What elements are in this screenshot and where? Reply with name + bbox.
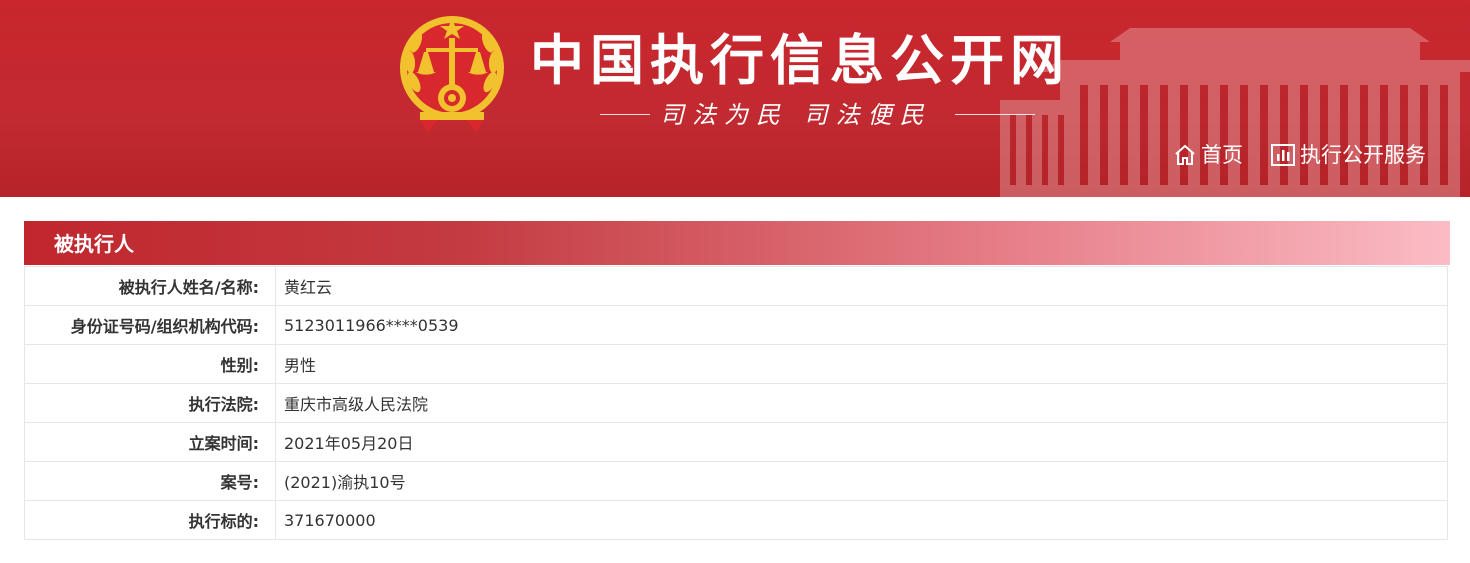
row-value-case-number: (2021)渝执10号 [275, 461, 1448, 501]
row-label-execution-amount: 执行标的: [24, 500, 276, 540]
table-row: 被执行人姓名/名称: 黄红云 [24, 266, 1448, 306]
row-value-court: 重庆市高级人民法院 [275, 383, 1448, 423]
nav-execution-service-link[interactable]: 执行公开服务 [1270, 140, 1426, 170]
row-value-gender: 男性 [275, 344, 1448, 384]
debtor-info-table: 被执行人姓名/名称: 黄红云 身份证号码/组织机构代码: 5123011966*… [24, 266, 1448, 540]
table-row: 案号: (2021)渝执10号 [24, 461, 1448, 501]
row-value-name: 黄红云 [275, 266, 1448, 306]
slogan-text: 司法为民 司法便民 [660, 101, 932, 129]
table-row: 身份证号码/组织机构代码: 5123011966****0539 [24, 305, 1448, 345]
row-label-filing-date: 立案时间: [24, 422, 276, 462]
table-row: 执行法院: 重庆市高级人民法院 [24, 383, 1448, 423]
bar-chart-icon [1271, 144, 1295, 166]
nav-home-label: 首页 [1201, 143, 1243, 167]
table-row: 执行标的: 371670000 [24, 500, 1448, 540]
row-label-id-number: 身份证号码/组织机构代码: [24, 305, 276, 345]
row-value-filing-date: 2021年05月20日 [275, 422, 1448, 462]
row-label-case-number: 案号: [24, 461, 276, 501]
row-label-gender: 性别: [24, 344, 276, 384]
table-row: 立案时间: 2021年05月20日 [24, 422, 1448, 462]
row-label-name: 被执行人姓名/名称: [24, 266, 276, 306]
nav-home-link[interactable]: 首页 [1173, 140, 1243, 170]
slogan-divider-right [955, 114, 1035, 115]
row-value-execution-amount: 371670000 [275, 500, 1448, 540]
row-label-court: 执行法院: [24, 383, 276, 423]
slogan-divider-left [600, 114, 650, 115]
debtor-info-card: 被执行人 被执行人姓名/名称: 黄红云 身份证号码/组织机构代码: 512301… [24, 221, 1450, 548]
row-value-id-number: 5123011966****0539 [275, 305, 1448, 345]
table-row: 性别: 男性 [24, 344, 1448, 384]
court-emblem-logo [400, 16, 504, 132]
section-header: 被执行人 [24, 221, 1450, 265]
nav-execution-service-label: 执行公开服务 [1300, 143, 1426, 167]
section-title: 被执行人 [54, 232, 134, 256]
site-header: 中国执行信息公开网 司法为民 司法便民 首页 执行公开服务 [0, 0, 1470, 197]
site-title: 中国执行信息公开网 [530, 29, 1070, 92]
home-icon [1175, 144, 1195, 165]
slogan: 司法为民 司法便民 [600, 100, 1040, 130]
